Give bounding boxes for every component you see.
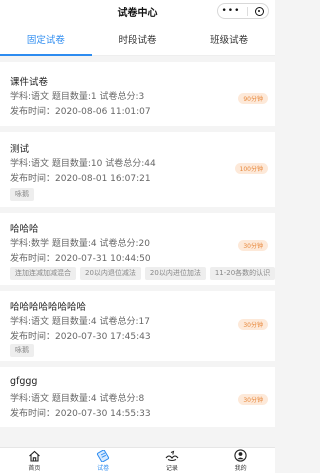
duration-badge: 90分钟 (238, 93, 268, 104)
tabbar-item-home[interactable]: 首页 (0, 448, 69, 473)
exam-publish-time: 发布时间：2020-08-06 11:01:07 (10, 107, 151, 117)
tab-class-exams[interactable]: 班级试卷 (183, 22, 275, 55)
home-icon (27, 449, 41, 462)
exam-info: 学科:语文 题目数量:4 试卷总分:8 (10, 394, 145, 404)
tabbar-item-exams[interactable]: 试卷 (69, 448, 138, 473)
tabbar-item-profile[interactable]: 我的 (206, 448, 275, 473)
exam-title: 哈哈哈哈哈哈哈哈 (10, 302, 87, 313)
record-icon (165, 449, 179, 462)
knowledge-tag: 连加连减加减混合 (10, 267, 76, 280)
user-icon (234, 449, 248, 462)
exam-publish-time: 发布时间：2020-07-30 14:55:33 (10, 409, 151, 419)
duration-badge: 30分钟 (238, 240, 268, 251)
knowledge-tag: 咏鹅 (10, 344, 34, 357)
exam-info: 学科:语文 题目数量:4 试卷总分:17 (10, 317, 150, 327)
duration-badge: 30分钟 (238, 319, 268, 330)
exam-list: 课件试卷 学科:语文 题目数量:1 试卷总分:3 发布时间：2020-08-06… (0, 56, 275, 427)
exam-card[interactable]: 哈哈哈哈哈哈哈哈 学科:语文 题目数量:4 试卷总分:17 发布时间：2020-… (0, 291, 275, 361)
exam-icon (96, 449, 110, 462)
tab-timed-exams[interactable]: 时段试卷 (92, 22, 184, 55)
bottom-tab-bar: 首页 试卷 记录 我的 (0, 447, 275, 473)
more-icon[interactable]: ••• (222, 6, 241, 16)
nav-bar: 试卷中心 ••• (0, 0, 275, 22)
exam-title: gfggg (10, 376, 38, 387)
knowledge-tag: 咏鹅 (10, 188, 34, 201)
close-icon[interactable] (255, 6, 265, 16)
exam-info: 学科:数学 题目数量:4 试卷总分:20 (10, 239, 150, 249)
exam-publish-time: 发布时间：2020-07-30 17:45:43 (10, 332, 151, 342)
exam-card[interactable]: 测试 学科:语文 题目数量:10 试卷总分:44 发布时间：2020-08-01… (0, 132, 275, 207)
exam-info: 学科:语文 题目数量:1 试卷总分:3 (10, 92, 145, 102)
mini-program-capsule: ••• (217, 3, 269, 19)
app: 试卷中心 ••• 固定试卷 时段试卷 班级试卷 课件试卷 学科:语文 题目数量:… (0, 0, 275, 473)
exam-title: 哈哈哈 (10, 224, 39, 235)
duration-badge: 100分钟 (234, 163, 268, 174)
exam-card[interactable]: gfggg 学科:语文 题目数量:4 试卷总分:8 发布时间：2020-07-3… (0, 367, 275, 427)
tabbar-label: 我的 (234, 465, 247, 472)
page-title: 试卷中心 (117, 7, 158, 19)
knowledge-tag: 20以内进位加法 (144, 267, 206, 280)
exam-title: 课件试卷 (10, 77, 49, 88)
knowledge-tags: 连加连减加减混合 20以内退位减法 20以内进位加法 11-20各数的认识 (10, 267, 275, 280)
knowledge-tags: 咏鹅 (10, 188, 34, 201)
exam-publish-time: 发布时间：2020-07-31 10:44:50 (10, 254, 151, 264)
tabbar-label: 试卷 (97, 465, 110, 472)
exam-info: 学科:语文 题目数量:10 试卷总分:44 (10, 159, 156, 169)
exam-title: 测试 (10, 144, 30, 155)
capsule-divider (247, 6, 249, 16)
tab-fixed-exams[interactable]: 固定试卷 (0, 22, 92, 56)
exam-publish-time: 发布时间：2020-08-01 16:07:21 (10, 174, 151, 184)
tabbar-label: 首页 (28, 465, 41, 472)
exam-card[interactable]: 哈哈哈 学科:数学 题目数量:4 试卷总分:20 发布时间：2020-07-31… (0, 213, 275, 285)
knowledge-tag: 20以内退位减法 (80, 267, 141, 280)
tabbar-item-records[interactable]: 记录 (138, 448, 207, 473)
knowledge-tags: 咏鹅 (10, 344, 34, 357)
exam-tabs: 固定试卷 时段试卷 班级试卷 (0, 22, 275, 56)
duration-badge: 30分钟 (238, 394, 268, 405)
tabbar-label: 记录 (165, 465, 178, 472)
knowledge-tag: 11-20各数的认识 (209, 267, 275, 280)
exam-card[interactable]: 课件试卷 学科:语文 题目数量:1 试卷总分:3 发布时间：2020-08-06… (0, 62, 275, 126)
